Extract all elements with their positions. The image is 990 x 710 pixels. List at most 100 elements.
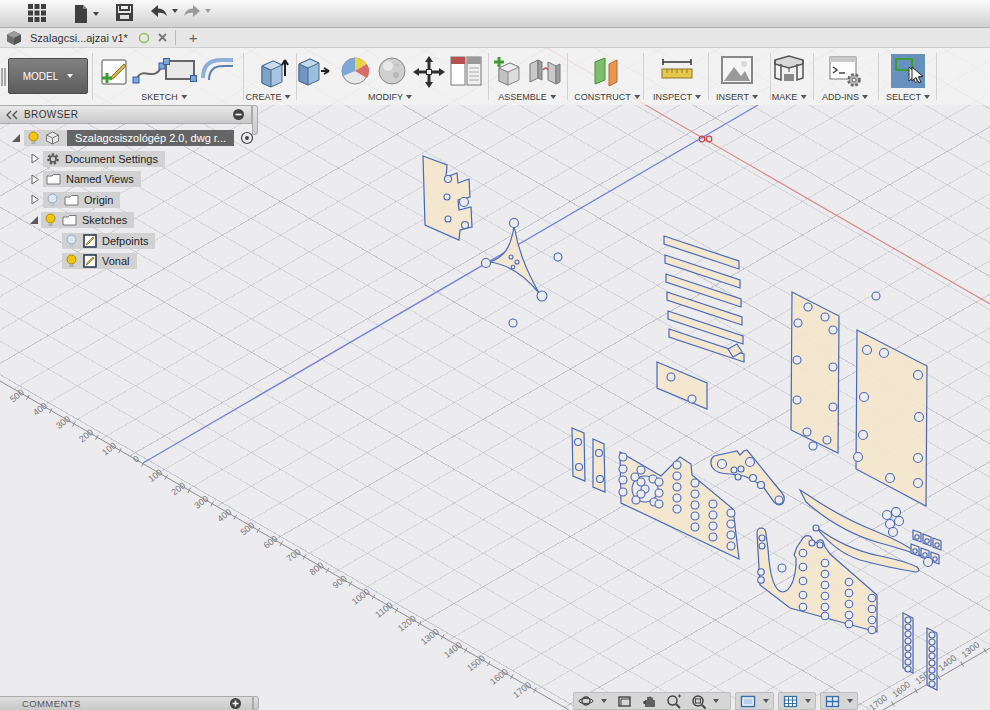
hole-strip-b-hole[interactable] [929, 667, 935, 673]
tri-spoke-hole[interactable] [482, 259, 491, 268]
gun-plate-hole[interactable] [868, 605, 876, 613]
panel-2-hole[interactable] [914, 479, 923, 488]
hole-strip-a-hole[interactable] [905, 638, 911, 644]
washer-cluster-hole[interactable] [895, 517, 904, 526]
rectangle-2pt-button[interactable] [162, 54, 198, 86]
lone-circles-hole[interactable] [872, 292, 880, 300]
panel-1[interactable] [791, 292, 839, 453]
hole-strip-a-hole[interactable] [905, 631, 911, 637]
holey-plate-hole[interactable] [619, 453, 627, 461]
file-icon[interactable] [73, 4, 99, 24]
expanded-triangle-icon[interactable] [12, 134, 20, 142]
holey-plate-hole[interactable] [691, 501, 699, 509]
gun-plate-hole[interactable] [758, 569, 765, 576]
holey-plate-hole[interactable] [619, 476, 627, 484]
gun-plate-hole[interactable] [868, 626, 876, 634]
sketch-badge-icon[interactable] [83, 254, 97, 268]
gun-plate-hole[interactable] [809, 540, 815, 546]
holey-plate-hole[interactable] [727, 520, 735, 528]
gun-plate-hole[interactable] [799, 577, 807, 585]
bracket-arm-hole[interactable] [738, 466, 744, 472]
physical-material-button[interactable] [375, 54, 409, 88]
panel-2-hole[interactable] [914, 371, 923, 380]
block-grid-hole[interactable] [935, 543, 939, 547]
panel-2-hole[interactable] [886, 474, 895, 483]
look-at-icon[interactable] [617, 695, 632, 708]
panel-2-hole[interactable] [914, 454, 923, 463]
small-plate-hole[interactable] [688, 395, 696, 403]
tri-spoke-hole[interactable] [509, 255, 513, 259]
component-cube-icon[interactable] [45, 131, 60, 145]
block-grid-hole[interactable] [925, 539, 929, 543]
holey-plate-hole[interactable] [619, 488, 627, 496]
lone-circles-hole[interactable] [778, 564, 786, 572]
scripts-addins-button[interactable] [827, 54, 863, 88]
gun-plate-hole[interactable] [821, 570, 829, 578]
panel-1-hole[interactable] [823, 436, 831, 444]
gear-icon[interactable] [46, 152, 60, 166]
thin-strip-a-hole[interactable] [575, 439, 582, 446]
collapsed-triangle-icon[interactable] [30, 153, 40, 164]
hole-strip-a-hole[interactable] [905, 645, 911, 651]
holey-plate-hole[interactable] [691, 523, 699, 531]
bracket-arm-hole[interactable] [731, 467, 737, 473]
small-plate[interactable] [657, 362, 707, 409]
gun-plate-hole[interactable] [799, 603, 807, 611]
fit-icon[interactable] [691, 694, 706, 709]
viewports-icon[interactable] [825, 695, 840, 708]
washer-cluster-hole[interactable] [889, 528, 898, 537]
ribbon-group-construct[interactable]: CONSTRUCT [574, 92, 640, 102]
workspace-dropdown[interactable]: MODEL [8, 58, 88, 94]
hole-strip-a-hole[interactable] [905, 666, 911, 672]
redo-icon[interactable] [183, 4, 211, 18]
chevron-down-icon[interactable] [172, 9, 178, 13]
tri-spoke-hole[interactable] [511, 265, 515, 269]
puzzle-piece-hole[interactable] [462, 222, 469, 229]
ribbon-group-inspect[interactable]: INSPECT [653, 92, 701, 102]
print-3d-button[interactable] [771, 54, 807, 88]
holey-plate-hole[interactable] [619, 465, 627, 473]
lone-circles-hole[interactable] [813, 525, 819, 531]
ribbon-group-insert[interactable]: INSERT [716, 92, 758, 102]
display-settings-icon[interactable] [740, 695, 756, 708]
gun-plate-hole[interactable] [845, 620, 853, 628]
holey-plate-hole[interactable] [709, 511, 717, 519]
block-grid-hole[interactable] [933, 557, 937, 561]
appearance-button[interactable] [338, 54, 372, 88]
lone-circles-hole[interactable] [924, 558, 933, 567]
panel-2-hole[interactable] [860, 393, 869, 402]
gun-plate-hole[interactable] [817, 542, 823, 548]
bracket-arm-hole[interactable] [750, 475, 757, 482]
panel-1-hole[interactable] [829, 363, 837, 371]
bulb-on-icon[interactable] [44, 213, 57, 227]
tri-spoke-hole[interactable] [510, 219, 519, 228]
puzzle-piece-hole[interactable] [444, 194, 450, 200]
hole-strip-a-hole[interactable] [905, 659, 911, 665]
sketch-badge-icon[interactable] [83, 234, 97, 248]
gun-plate-hole[interactable] [845, 589, 853, 597]
panel-2-hole[interactable] [863, 346, 872, 355]
block-grid-hole[interactable] [913, 549, 917, 553]
gun-plate-hole[interactable] [821, 592, 829, 600]
ribbon-group-add-ins[interactable]: ADD-INS [822, 92, 868, 102]
browser-panel-header[interactable]: BROWSER [0, 105, 252, 124]
browser-row[interactable]: Document Settings [0, 151, 260, 167]
hole-strip-a-hole[interactable] [905, 652, 911, 658]
browser-row[interactable]: Sketches [0, 212, 260, 228]
measure-button[interactable] [657, 54, 697, 86]
browser-row[interactable]: Named Views [0, 171, 260, 187]
holey-plate-hole[interactable] [673, 461, 681, 469]
bracket-arm-hole[interactable] [758, 482, 765, 489]
panel-1-hole[interactable] [809, 442, 817, 450]
hole-strip-b-hole[interactable] [929, 646, 935, 652]
zoom-icon[interactable] [666, 694, 681, 709]
new-component-button[interactable] [491, 54, 529, 90]
bracket-arm-hole[interactable] [775, 496, 783, 504]
holey-plate-hole[interactable] [655, 500, 663, 508]
holey-plate-hole[interactable] [709, 500, 717, 508]
toolbar-grip[interactable] [1, 68, 6, 86]
grid-settings-icon[interactable] [783, 695, 798, 708]
washer-cluster-hole[interactable] [883, 511, 892, 520]
move-button[interactable] [411, 54, 447, 90]
gun-plate-hole[interactable] [845, 578, 853, 586]
